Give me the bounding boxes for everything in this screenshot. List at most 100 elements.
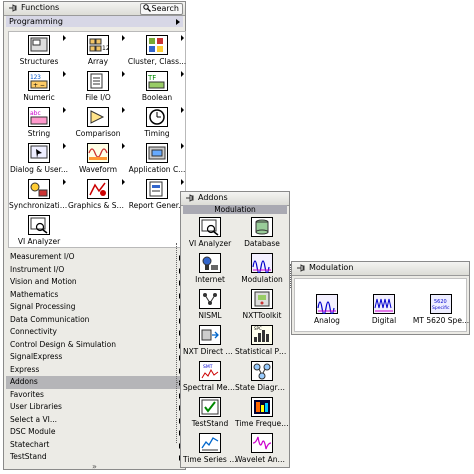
comparison-icon — [87, 107, 109, 127]
category-label: Connectivity — [10, 327, 57, 336]
expand-arrow-icon — [176, 19, 180, 25]
category-addons[interactable]: Addons — [6, 376, 184, 389]
addon-item-internet[interactable]: Internet — [183, 251, 237, 286]
category-signal-processing[interactable]: Signal Processing — [6, 301, 184, 314]
addon-item-label: Spectral Mea... — [183, 383, 237, 392]
addon-item-time-frequency[interactable]: Time Frequen... — [235, 395, 289, 430]
category-control-design-simulation[interactable]: Control Design & Simulation — [6, 339, 184, 352]
application-control-icon — [146, 143, 168, 163]
waveform-icon — [87, 143, 109, 163]
palette-item-vi-analyzer[interactable]: VI Analyzer — [9, 213, 69, 248]
category-select-a-vi[interactable]: Select a VI... — [6, 414, 184, 427]
category-instrument-i-o[interactable]: Instrument I/O — [6, 264, 184, 277]
palette-item-boolean[interactable]: TF Boolean — [127, 69, 187, 104]
modulation-icon — [251, 253, 273, 274]
submenu-arrow-icon — [181, 35, 184, 41]
palette-item-application-control[interactable]: Application C... — [127, 141, 187, 176]
category-dsc-module[interactable]: DSC Module — [6, 426, 184, 439]
palette-item-graphics-sound[interactable]: Graphics & So... — [68, 177, 128, 212]
report-generation-icon — [146, 179, 168, 199]
addon-item-modulation[interactable]: Modulation — [235, 251, 289, 286]
modulation-icon-grid: Analog Digital 5620 Specific MT 5620 Spe.… — [294, 278, 469, 332]
category-vision-and-motion[interactable]: Vision and Motion — [6, 276, 184, 289]
submenu-arrow-icon — [63, 71, 66, 77]
submenu-arrow-icon — [181, 107, 184, 113]
addon-item-wavelet[interactable]: Wavelet Anal... — [235, 431, 289, 466]
addon-item-time-series[interactable]: Time Series A... — [183, 431, 237, 466]
category-label: DSC Module — [10, 427, 56, 436]
palette-item-numeric[interactable]: 123 + − Numeric — [9, 69, 69, 104]
file-io-icon — [87, 71, 109, 91]
category-express[interactable]: Express — [6, 364, 184, 377]
submenu-arrow-icon — [63, 35, 66, 41]
state-diagram-icon — [251, 361, 273, 381]
database-icon — [251, 217, 273, 237]
palette-item-comparison[interactable]: Comparison — [68, 105, 128, 140]
time-frequency-icon — [251, 397, 273, 417]
palette-item-structures[interactable]: Structures — [9, 33, 69, 68]
category-label: Addons — [10, 377, 38, 386]
vi-analyzer-icon — [199, 217, 221, 237]
category-data-communication[interactable]: Data Communication — [6, 314, 184, 327]
category-connectivity[interactable]: Connectivity — [6, 326, 184, 339]
modulation-item-mt5620[interactable]: 5620 Specific MT 5620 Spe... — [411, 292, 471, 327]
addon-item-nisml[interactable]: NISML — [183, 287, 237, 322]
addon-item-statistical[interactable]: SPC Statistical Pro... — [235, 323, 289, 358]
submenu-arrow-icon — [122, 71, 125, 77]
palette-item-cluster[interactable]: Cluster, Class... — [127, 33, 187, 68]
submenu-arrow-icon — [122, 107, 125, 113]
category-user-libraries[interactable]: User Libraries — [6, 401, 184, 414]
category-favorites[interactable]: Favorites — [6, 389, 184, 402]
palette-item-file-io[interactable]: File I/O — [68, 69, 128, 104]
modulation-item-analog-modulation[interactable]: Analog — [297, 292, 357, 327]
functions-titlebar[interactable]: Functions Search — [4, 2, 185, 16]
category-signalexpress[interactable]: SignalExpress — [6, 351, 184, 364]
addon-item-label: Statistical Pro... — [235, 347, 289, 356]
search-button[interactable]: Search — [139, 3, 183, 15]
addon-item-state-diagram[interactable]: State Diagra... — [235, 359, 289, 394]
scroll-up-icon[interactable]: » — [92, 462, 97, 471]
category-measurement-i-o[interactable]: Measurement I/O — [6, 251, 184, 264]
category-label: Mathematics — [10, 289, 59, 299]
category-mathematics[interactable]: Mathematics — [6, 289, 184, 302]
pin-icon[interactable] — [185, 194, 194, 202]
palette-item-string[interactable]: abc String — [9, 105, 69, 140]
string-icon: abc — [28, 107, 50, 127]
addon-item-label: Database — [244, 239, 280, 248]
addon-item-spectral[interactable]: SMT Spectral Mea... — [183, 359, 237, 394]
palette-item-report-generation[interactable]: Report Gener... — [127, 177, 187, 212]
svg-text:123: 123 — [30, 74, 41, 81]
palette-item-label: File I/O — [85, 93, 111, 102]
addon-item-label: NISML — [198, 311, 222, 320]
addon-item-vi-analyzer[interactable]: VI Analyzer — [183, 215, 237, 250]
submenu-arrow-icon — [63, 179, 66, 185]
addon-item-teststand[interactable]: TestStand — [183, 395, 237, 430]
programming-category-header[interactable]: Programming — [6, 16, 183, 27]
svg-text:SPC: SPC — [254, 326, 262, 331]
modulation-item-digital-modulation[interactable]: Digital — [354, 292, 414, 327]
programming-label: Programming — [9, 17, 63, 26]
palette-item-timing[interactable]: Timing — [127, 105, 187, 140]
addons-titlebar[interactable]: Addons — [181, 192, 289, 206]
addons-title: Addons — [198, 193, 228, 202]
palette-item-dialog[interactable]: Dialog & User... — [9, 141, 69, 176]
palette-item-waveform[interactable]: Waveform — [68, 141, 128, 176]
addon-item-label: Time Frequen... — [235, 419, 289, 428]
svg-text:12: 12 — [102, 45, 109, 52]
addon-item-nxt-toolkit[interactable]: NXTToolkit — [235, 287, 289, 322]
addon-item-label: Internet — [195, 275, 225, 284]
pin-icon[interactable] — [8, 4, 17, 12]
svg-text:+ −: + − — [33, 82, 45, 89]
pin-icon[interactable] — [296, 264, 305, 272]
palette-item-array[interactable]: 12 Array — [68, 33, 128, 68]
modulation-titlebar[interactable]: Modulation — [292, 262, 469, 276]
addon-item-database[interactable]: Database — [235, 215, 289, 250]
palette-item-synchronization[interactable]: Synchronization — [9, 177, 69, 212]
mt5620-icon: 5620 Specific — [430, 294, 452, 314]
teststand-icon — [199, 397, 221, 417]
palette-item-label: Array — [87, 57, 109, 66]
palette-item-label: Synchronization — [9, 201, 69, 210]
addon-item-nxt-direct[interactable]: NXT Direct Co... — [183, 323, 237, 358]
palette-item-label: VI Analyzer — [17, 237, 61, 246]
category-statechart[interactable]: Statechart — [6, 439, 184, 452]
